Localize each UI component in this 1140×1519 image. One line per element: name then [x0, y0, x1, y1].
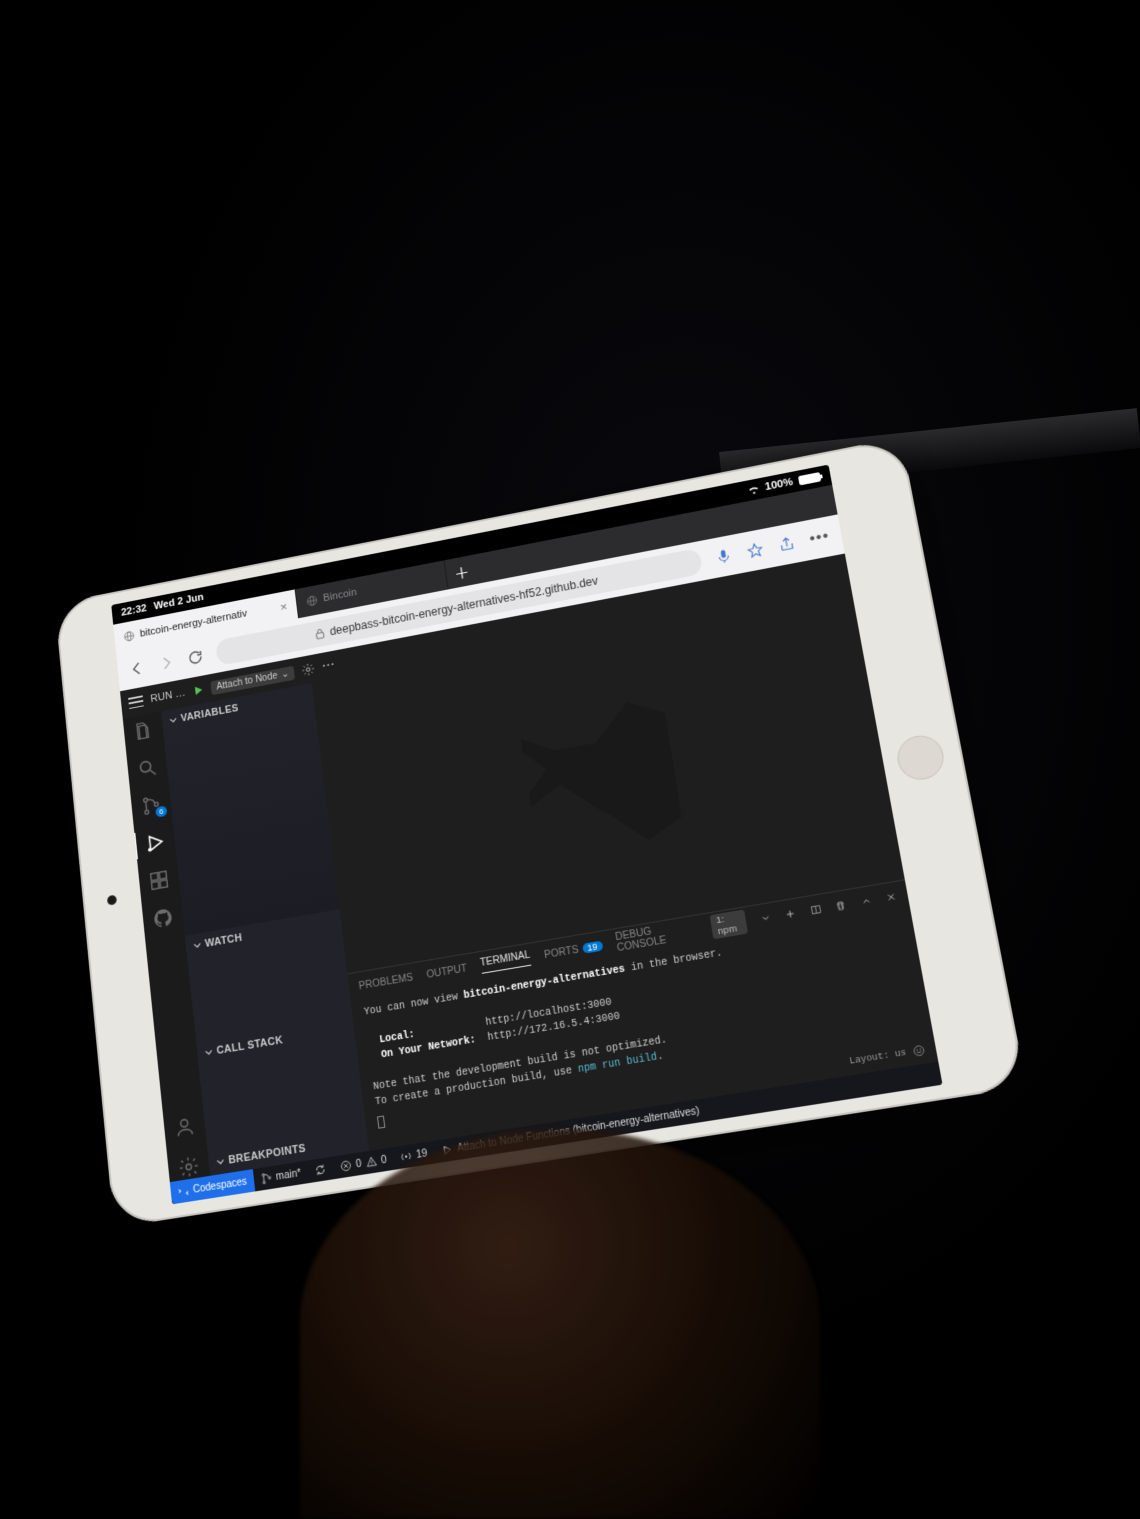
- term-text: .: [656, 1051, 664, 1063]
- chevron-down-icon: [193, 941, 201, 950]
- new-terminal-button[interactable]: [784, 906, 797, 922]
- wifi-icon: [747, 484, 760, 495]
- browser-tab-title: Bincoin: [322, 587, 357, 604]
- chevron-down-icon: [205, 1048, 213, 1057]
- more-actions-button[interactable]: ···: [322, 659, 336, 672]
- ports-label: PORTS: [544, 944, 580, 961]
- chevron-down-icon: [169, 716, 177, 725]
- remote-icon: [177, 1184, 190, 1198]
- source-control-icon[interactable]: 6: [139, 792, 163, 818]
- back-button[interactable]: [128, 659, 146, 678]
- start-debug-button[interactable]: [192, 684, 204, 697]
- accounts-icon[interactable]: [172, 1113, 197, 1141]
- debug-config-label: Attach to Node: [216, 670, 278, 692]
- favorite-icon[interactable]: [745, 540, 766, 560]
- search-icon[interactable]: [135, 755, 159, 781]
- run-view-label: RUN …: [150, 687, 186, 704]
- ports-badge: 19: [582, 941, 603, 954]
- branch-name: main*: [275, 1167, 301, 1182]
- settings-gear-icon[interactable]: [176, 1153, 202, 1181]
- vscode-logo-icon: [498, 676, 701, 880]
- more-button[interactable]: •••: [808, 528, 831, 549]
- sync-icon: [314, 1163, 327, 1177]
- globe-icon: [306, 594, 318, 607]
- maximize-panel-button[interactable]: [859, 893, 872, 909]
- branch-icon: [260, 1171, 273, 1185]
- mic-icon[interactable]: [714, 546, 734, 566]
- terminal-dropdown-icon[interactable]: [759, 910, 772, 926]
- scm-badge: 6: [155, 805, 168, 817]
- github-icon[interactable]: [151, 905, 176, 932]
- variables-body: [164, 705, 340, 935]
- chevron-down-icon: [216, 1157, 225, 1166]
- ios-battery-pct: 100%: [764, 477, 794, 493]
- kill-terminal-button[interactable]: [834, 898, 847, 914]
- warning-count: 0: [380, 1154, 387, 1166]
- photo-hand: [300, 1129, 820, 1519]
- globe-icon: [123, 630, 135, 643]
- forward-button[interactable]: [157, 653, 175, 672]
- share-icon[interactable]: [777, 534, 798, 554]
- tab-output[interactable]: OUTPUT: [426, 963, 468, 981]
- close-tab-icon[interactable]: ×: [279, 599, 288, 614]
- sync-button[interactable]: [307, 1157, 335, 1183]
- split-terminal-button[interactable]: [809, 902, 822, 918]
- editor-area: PROBLEMS OUTPUT TERMINAL PORTS 19 DEBUG …: [312, 582, 939, 1151]
- menu-button[interactable]: [128, 695, 144, 709]
- reload-button[interactable]: [186, 648, 204, 667]
- warning-icon: [365, 1155, 378, 1169]
- terminal-selector[interactable]: 1: npm: [709, 910, 747, 940]
- tab-terminal[interactable]: TERMINAL: [480, 950, 532, 974]
- lock-icon: [314, 627, 325, 640]
- keyboard-layout-label[interactable]: Layout: us: [848, 1046, 907, 1069]
- extensions-icon[interactable]: [147, 867, 172, 894]
- terminal-cursor: [377, 1115, 385, 1128]
- battery-icon: [798, 472, 821, 485]
- explorer-icon[interactable]: [132, 718, 156, 744]
- debug-settings-button[interactable]: [301, 662, 316, 677]
- chevron-down-icon: ⌄: [281, 668, 290, 680]
- ipad-screen: 22:32 Wed 2 Jun 100% bitcoin-energy-alte…: [111, 465, 942, 1205]
- error-count: 0: [355, 1158, 362, 1170]
- watch-label: WATCH: [204, 932, 242, 950]
- broadcast-icon: [400, 1149, 413, 1163]
- run-debug-icon[interactable]: [143, 829, 168, 856]
- codespaces-label: Codespaces: [193, 1176, 248, 1196]
- feedback-icon[interactable]: [911, 1044, 926, 1058]
- close-panel-button[interactable]: [885, 889, 899, 905]
- ipad-camera: [107, 895, 117, 906]
- ios-time: 22:32: [121, 603, 147, 619]
- ipad-home-button[interactable]: [894, 732, 947, 783]
- tab-ports[interactable]: PORTS 19: [544, 940, 604, 961]
- error-icon: [339, 1159, 352, 1173]
- tab-problems[interactable]: PROBLEMS: [358, 972, 413, 992]
